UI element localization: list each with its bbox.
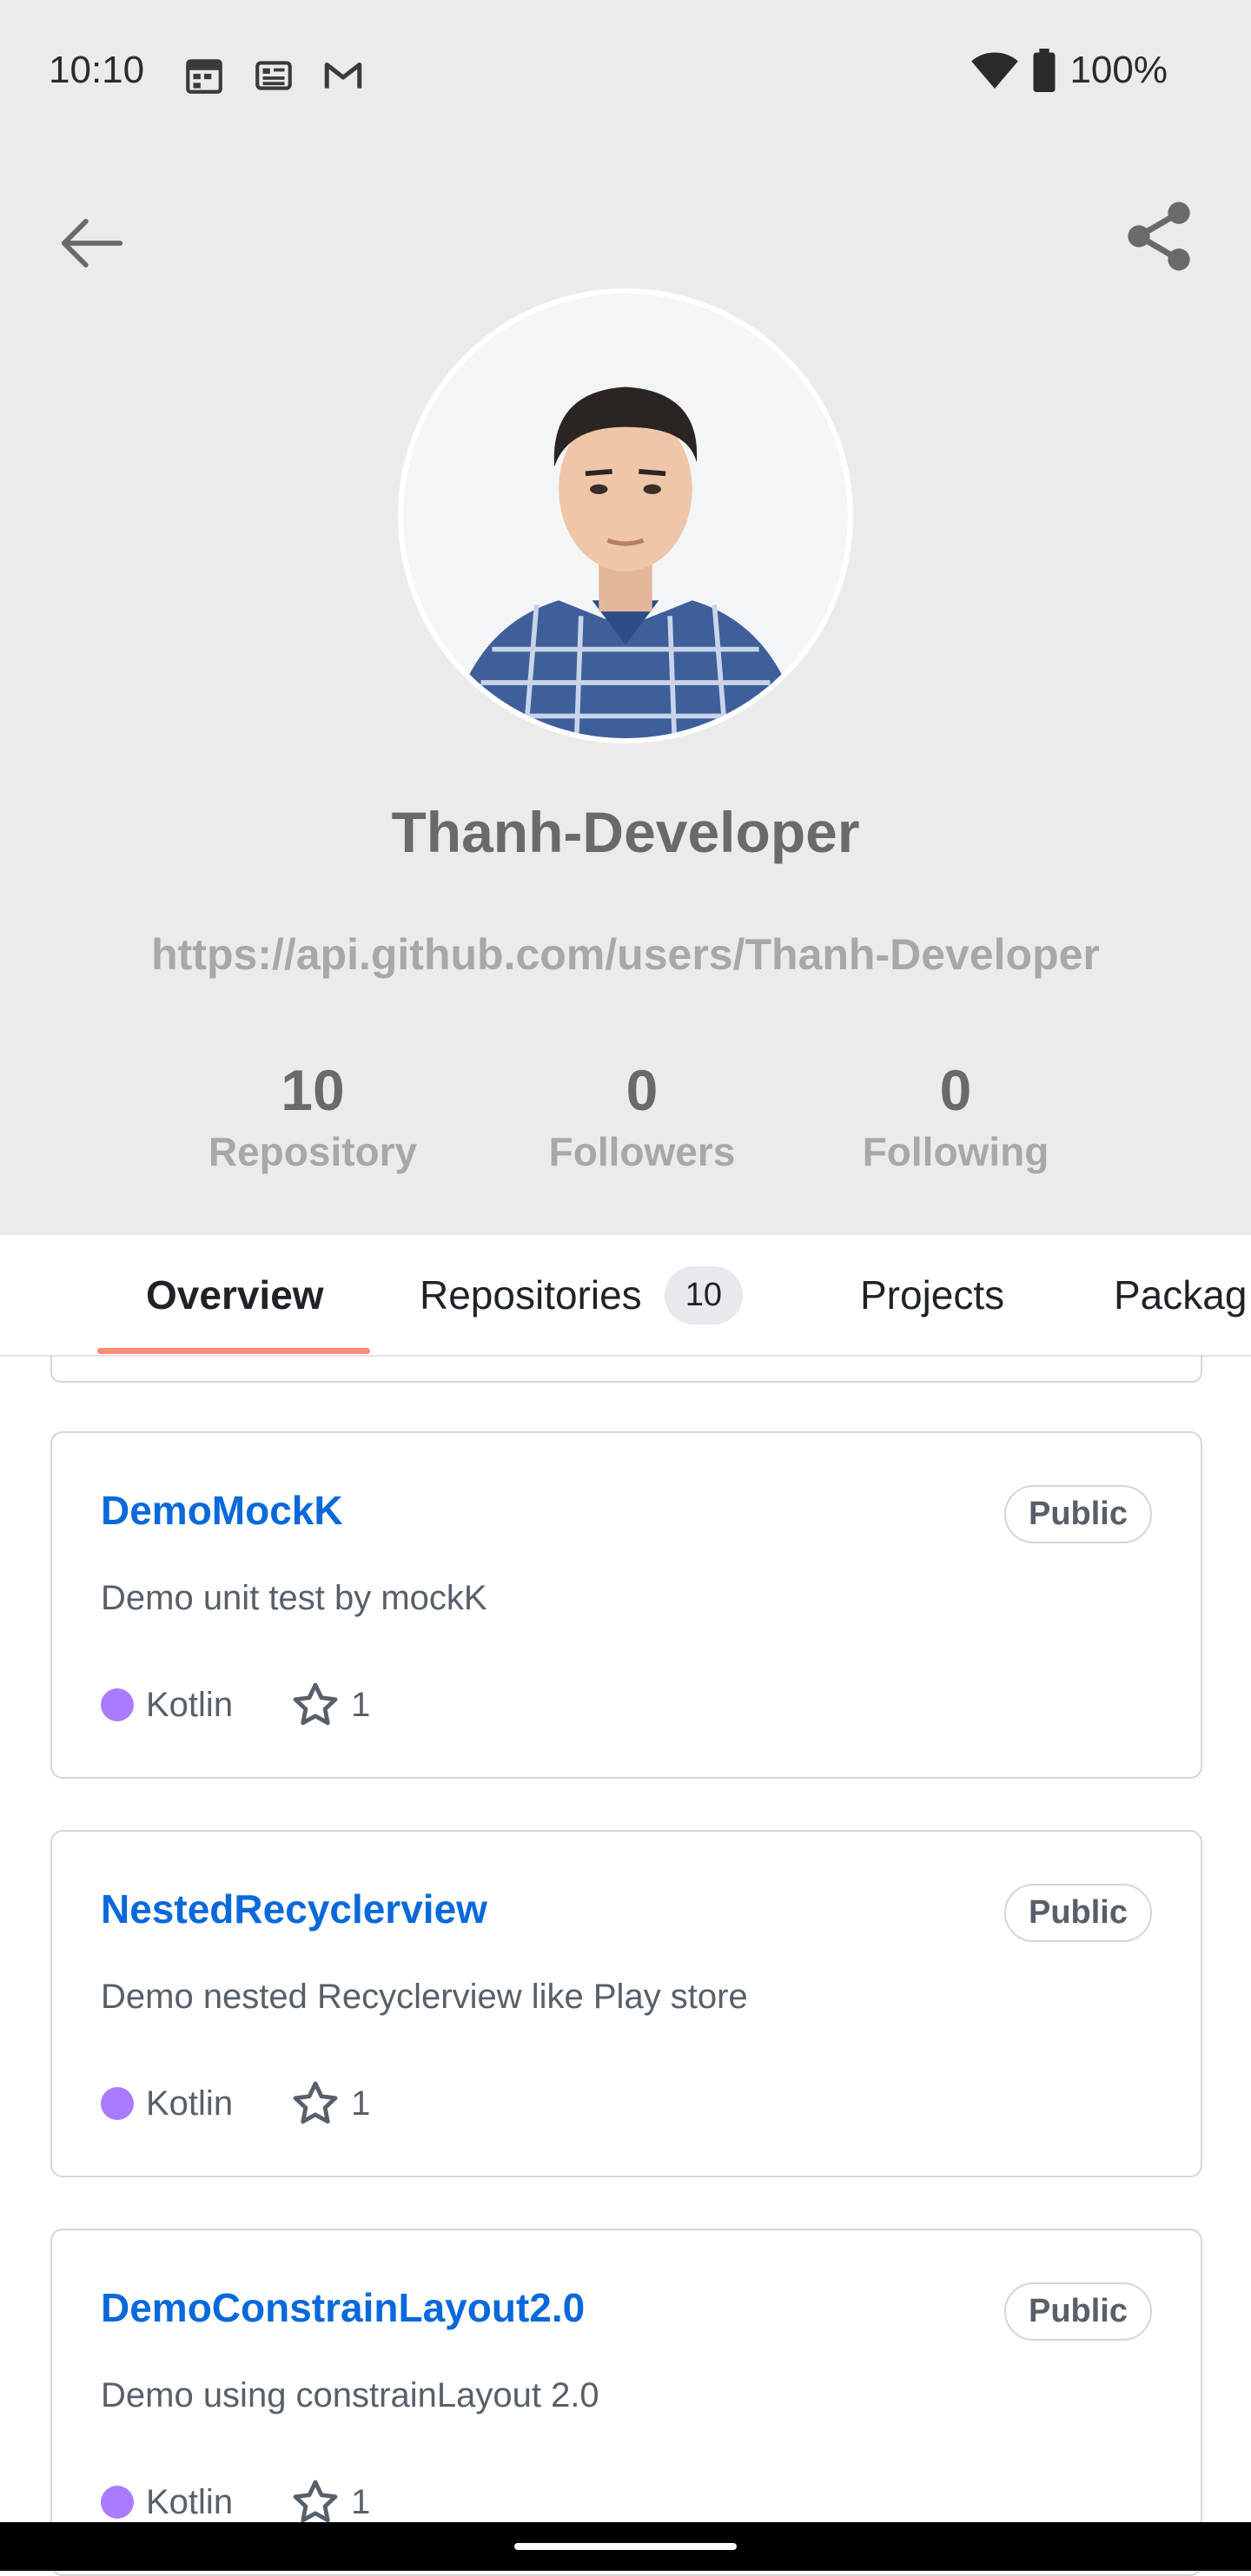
repo-description: Demo using constrainLayout 2.0: [101, 2376, 599, 2414]
stat-value: 0: [939, 1058, 972, 1122]
avatar: [398, 288, 853, 743]
tab-repositories[interactable]: Repositories 10: [420, 1235, 743, 1355]
star-icon: [293, 1682, 338, 1726]
home-gesture-handle[interactable]: [514, 2543, 737, 2550]
star-count: 1: [351, 2084, 371, 2123]
star-icon: [293, 2480, 338, 2523]
stat-label: Following: [862, 1129, 1049, 1174]
profile-tabs: Overview Repositories 10 Projects Packag: [0, 1235, 1251, 1357]
repo-name-link[interactable]: DemoMockK: [101, 1487, 343, 1534]
tab-label: Packag: [1114, 1272, 1248, 1318]
tab-label: Repositories: [420, 1272, 642, 1318]
battery-icon: [1033, 49, 1056, 92]
avatar-photo: [403, 294, 848, 738]
repo-name-link[interactable]: NestedRecyclerview: [101, 1886, 487, 1932]
wifi-icon: [971, 52, 1019, 89]
repo-stars[interactable]: 1: [290, 1680, 370, 1730]
profile-url[interactable]: https://api.github.com/users/Thanh-Devel…: [0, 929, 1251, 980]
repo-stars[interactable]: 1: [290, 2078, 370, 2129]
status-bar: 10:10 100%: [0, 0, 1251, 148]
previous-repo-card[interactable]: [50, 1355, 1202, 1383]
stat-following[interactable]: 0 Following: [825, 1055, 1086, 1175]
stat-repository[interactable]: 10 Repository: [182, 1055, 443, 1175]
arrow-back-icon: [61, 219, 123, 268]
tab-label: Overview: [146, 1272, 324, 1318]
tab-label: Projects: [860, 1272, 1005, 1318]
star-count: 1: [351, 1685, 371, 1724]
repo-meta: Kotlin 1: [101, 2078, 370, 2129]
calendar-icon: [186, 59, 222, 94]
repo-description: Demo nested Recyclerview like Play store: [101, 1978, 748, 2016]
notification-icons: [182, 54, 365, 97]
news-icon: [255, 61, 292, 90]
language-color-dot: [101, 1688, 134, 1721]
profile-username: Thanh-Developer: [391, 800, 860, 864]
repo-meta: Kotlin 1: [101, 1680, 370, 1730]
stat-label: Repository: [208, 1129, 418, 1174]
tab-projects[interactable]: Projects: [860, 1235, 1004, 1355]
stat-value: 0: [626, 1058, 659, 1122]
status-time: 10:10: [49, 49, 145, 91]
star-icon: [293, 2081, 338, 2124]
profile-header: 10:10 100% Thanh-Developer https://api.g…: [0, 0, 1251, 1235]
repo-language: Kotlin: [146, 1685, 234, 1724]
visibility-badge: Public: [1003, 1485, 1152, 1543]
system-status: 100%: [970, 49, 1168, 92]
tab-overview[interactable]: Overview: [146, 1235, 324, 1355]
repo-card[interactable]: DemoMockK Public Demo unit test by mockK…: [50, 1431, 1202, 1779]
visibility-badge: Public: [1003, 1884, 1152, 1942]
stat-followers[interactable]: 0 Followers: [512, 1055, 772, 1175]
share-button[interactable]: [1115, 193, 1202, 280]
language-color-dot: [101, 2486, 134, 2519]
repo-name-link[interactable]: DemoConstrainLayout2.0: [101, 2284, 585, 2331]
language-color-dot: [101, 2087, 134, 2120]
battery-percent: 100%: [1069, 49, 1168, 91]
repositories-count-badge: 10: [664, 1265, 743, 1324]
repo-stars[interactable]: 1: [290, 2477, 370, 2527]
gmail-icon: [324, 63, 362, 89]
back-button[interactable]: [49, 200, 136, 287]
visibility-badge: Public: [1003, 2282, 1152, 2341]
active-tab-indicator: [97, 1348, 370, 1354]
tab-packages[interactable]: Packag: [1114, 1235, 1247, 1355]
repo-card[interactable]: NestedRecyclerview Public Demo nested Re…: [50, 1830, 1202, 2177]
share-icon: [1128, 201, 1190, 271]
repo-language: Kotlin: [146, 2084, 234, 2123]
stat-label: Followers: [548, 1129, 736, 1174]
repo-meta: Kotlin 1: [101, 2477, 370, 2527]
star-count: 1: [351, 2482, 371, 2521]
repo-language: Kotlin: [146, 2482, 234, 2521]
stat-value: 10: [281, 1058, 345, 1122]
repo-description: Demo unit test by mockK: [101, 1579, 487, 1617]
